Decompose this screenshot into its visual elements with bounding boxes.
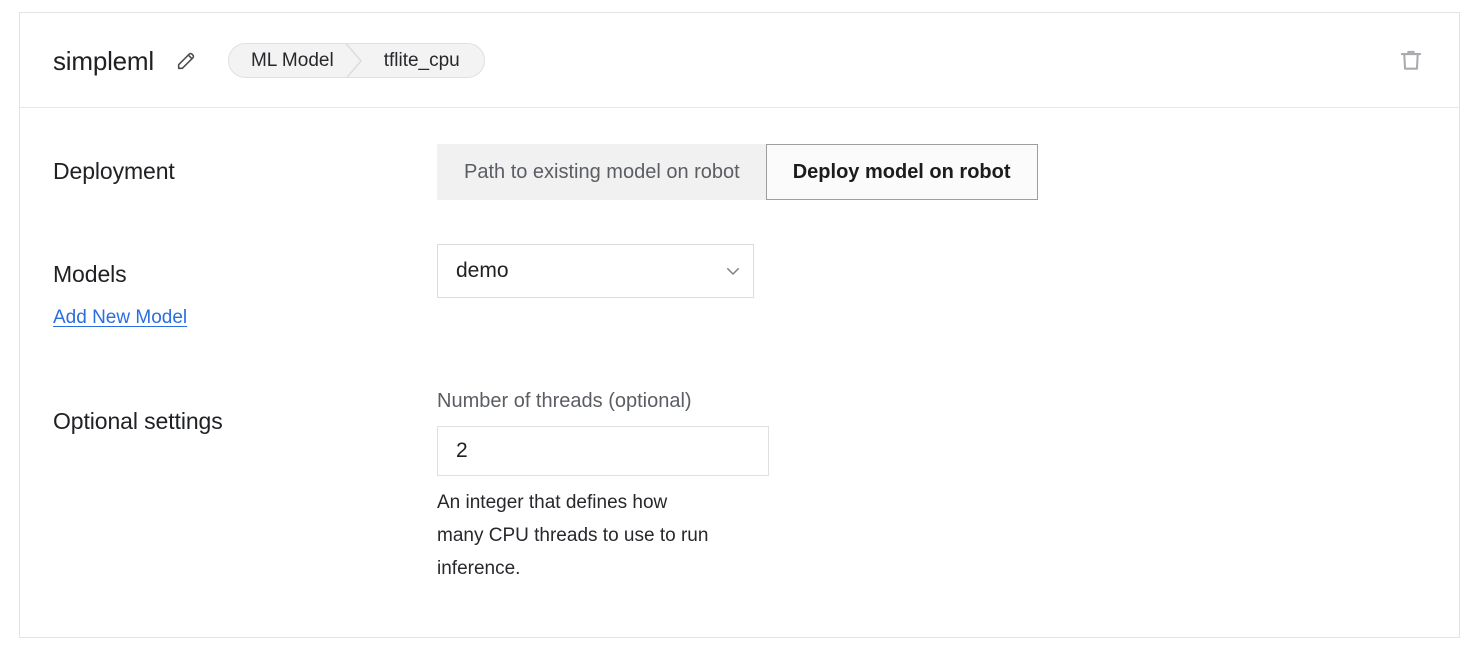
breadcrumb-item-name: tflite_cpu (383, 50, 460, 71)
breadcrumb-chevron-icon (344, 44, 364, 77)
models-select[interactable]: demo (437, 244, 754, 298)
optional-settings-label: Optional settings (53, 408, 223, 434)
header-left-group: simpleml ML Model tflite_cpu (53, 13, 485, 108)
card-header: simpleml ML Model tflite_cpu (20, 13, 1459, 108)
page-title: simpleml (53, 45, 154, 76)
add-new-model-link[interactable]: Add New Model (53, 307, 187, 329)
threads-field-label: Number of threads (optional) (437, 390, 692, 412)
trash-icon[interactable] (1396, 45, 1426, 75)
deployment-toggle-group: Path to existing model on robot Deploy m… (437, 144, 1038, 200)
card-body: Deployment Path to existing model on rob… (20, 108, 1459, 637)
threads-helper-text: An integer that defines how many CPU thr… (437, 492, 709, 579)
chevron-down-icon (713, 262, 753, 280)
pencil-icon[interactable] (174, 49, 198, 73)
deployment-label: Deployment (53, 158, 175, 184)
deployment-option-path[interactable]: Path to existing model on robot (437, 144, 766, 200)
models-label: Models (53, 261, 127, 287)
models-select-value: demo (456, 259, 509, 282)
threads-input[interactable] (437, 426, 769, 476)
breadcrumb-item-type: ML Model (250, 50, 334, 71)
breadcrumb: ML Model tflite_cpu (227, 43, 485, 78)
ml-model-card: simpleml ML Model tflite_cpu Deployment … (19, 12, 1460, 638)
deployment-option-deploy[interactable]: Deploy model on robot (765, 144, 1038, 200)
